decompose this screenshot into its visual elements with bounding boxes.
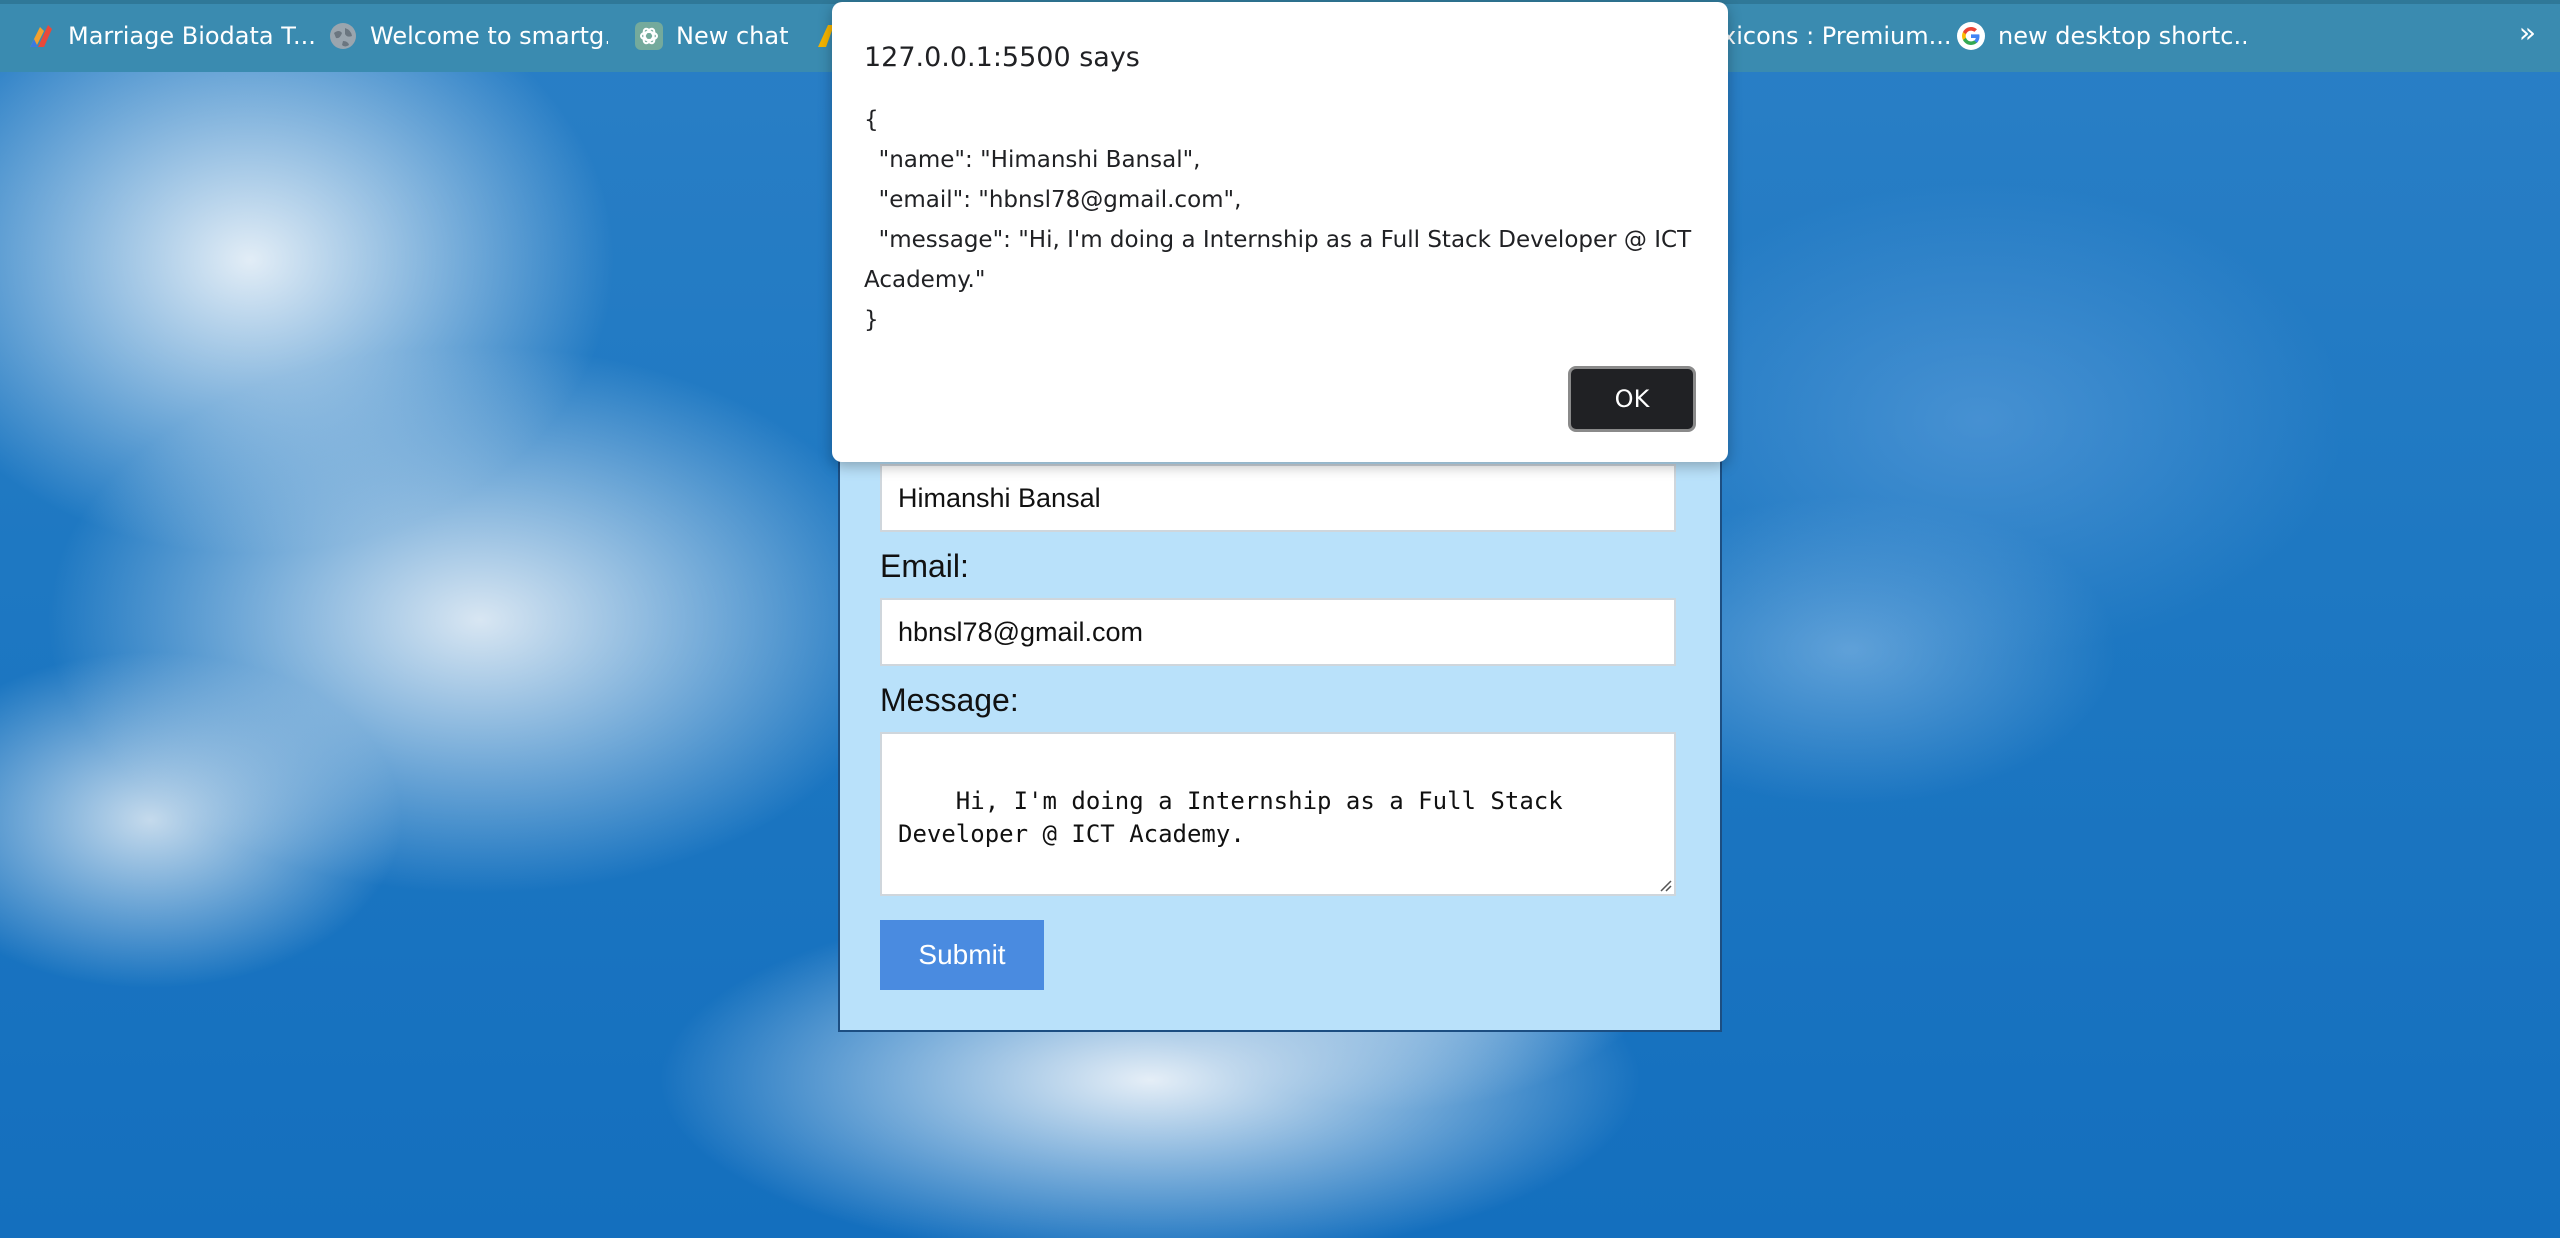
bookmark-label: Marriage Biodata T... [68, 22, 316, 50]
bookmark-marriage-biodata[interactable]: Marriage Biodata T... [26, 18, 316, 54]
dialog-message-line: Academy." [864, 267, 986, 293]
dialog-message-line: } [864, 307, 879, 333]
chatgpt-logo-icon [634, 21, 664, 51]
name-field-value: Himanshi Bansal [898, 482, 1101, 513]
bookmark-label: xicons : Premium... [1722, 22, 1952, 50]
dialog-message-line: "email": "hbnsl78@gmail.com", [864, 187, 1242, 213]
email-label: Email: [880, 548, 969, 584]
dialog-message-line: "message": "Hi, I'm doing a Internship a… [864, 227, 1692, 253]
name-field[interactable]: Himanshi Bansal [880, 464, 1676, 532]
resize-grip-icon[interactable] [1656, 876, 1672, 892]
message-textarea-value: Hi, I'm doing a Internship as a Full Sta… [898, 787, 1563, 848]
ok-button[interactable]: OK [1568, 366, 1696, 432]
bookmark-new-chat[interactable]: New chat [634, 18, 804, 54]
google-logo-icon [1956, 21, 1986, 51]
message-textarea[interactable]: Hi, I'm doing a Internship as a Full Sta… [880, 732, 1676, 896]
bookmarks-overflow-chevron-icon[interactable]: » [2519, 16, 2536, 49]
alert-dialog: 127.0.0.1:5500 says { "name": "Himanshi … [832, 2, 1728, 462]
contact-form: Himanshi Bansal Email: hbnsl78@gmail.com… [838, 440, 1722, 1032]
marriage-biodata-logo-icon [26, 21, 56, 51]
dialog-message-line: "name": "Himanshi Bansal", [864, 147, 1201, 173]
bookmark-new-desktop-shortcut[interactable]: new desktop shortc... [1956, 18, 2246, 54]
bookmark-label: new desktop shortc... [1998, 22, 2246, 50]
dialog-title: 127.0.0.1:5500 says [864, 42, 1140, 73]
dialog-message-line: { [864, 107, 879, 133]
email-field[interactable]: hbnsl78@gmail.com [880, 598, 1676, 666]
bookmark-label: New chat [676, 22, 789, 50]
email-field-value: hbnsl78@gmail.com [898, 616, 1144, 647]
submit-button[interactable]: Submit [880, 920, 1044, 990]
bookmark-smartg[interactable]: Welcome to smartg... [328, 18, 608, 54]
dialog-message: { "name": "Himanshi Bansal", "email": "h… [864, 100, 1704, 340]
bookmark-xicons[interactable]: xicons : Premium... [1722, 18, 1952, 54]
message-label: Message: [880, 682, 1019, 718]
globe-icon [328, 21, 358, 51]
bookmark-label: Welcome to smartg... [370, 22, 608, 50]
